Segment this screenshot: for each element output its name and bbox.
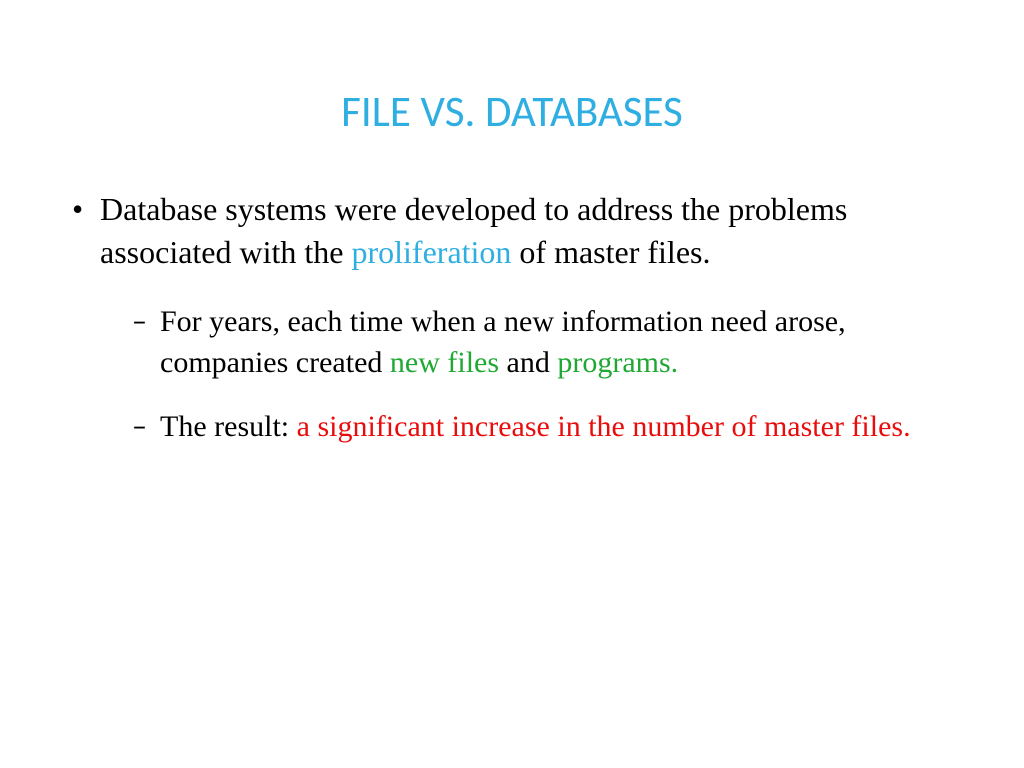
bullet-level1: Database systems were developed to addre… xyxy=(80,188,974,274)
text-segment: The result: xyxy=(160,410,297,443)
text-highlight-green: new files xyxy=(390,346,499,379)
text-highlight-blue: proliferation xyxy=(351,234,511,270)
slide-container: FILE VS. DATABASES Database systems were… xyxy=(0,0,1024,768)
text-segment: of master files. xyxy=(511,234,710,270)
slide-title: FILE VS. DATABASES xyxy=(50,85,974,138)
text-segment: and xyxy=(499,346,557,379)
bullet-level2: The result: a significant increase in th… xyxy=(138,407,974,448)
text-highlight-red: a significant increase in the number of … xyxy=(297,410,911,443)
bullet-level2: For years, each time when a new informat… xyxy=(138,302,974,383)
text-highlight-green: programs. xyxy=(557,346,678,379)
